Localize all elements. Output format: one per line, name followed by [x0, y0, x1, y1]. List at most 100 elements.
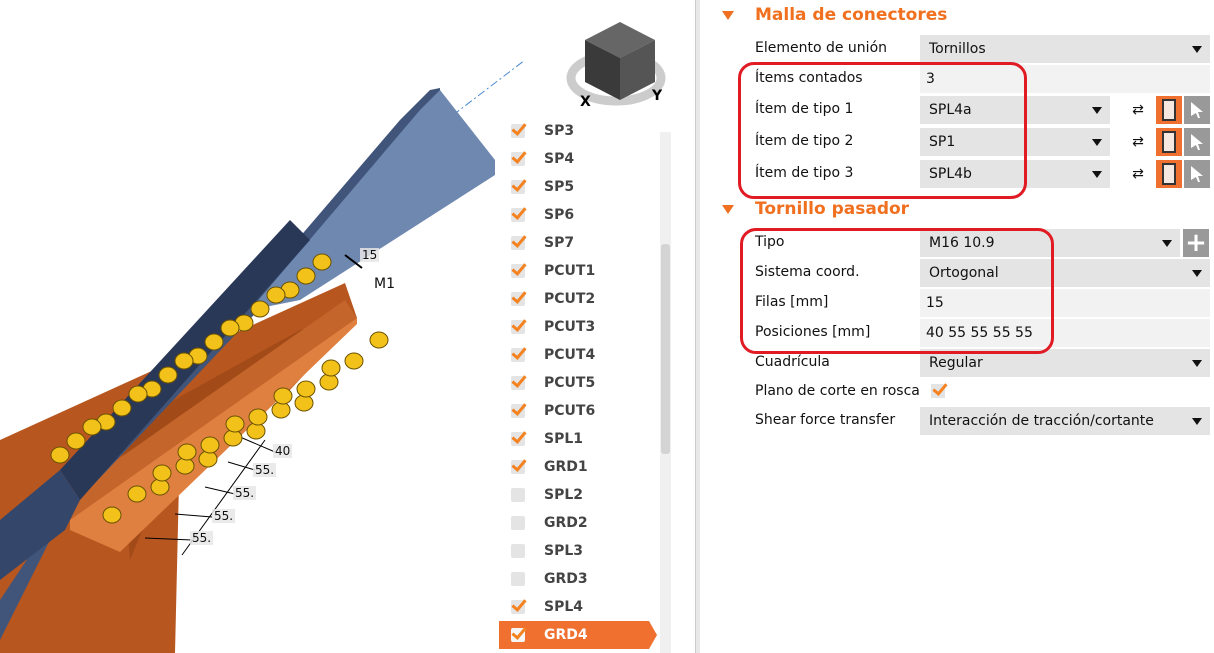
member-checkbox[interactable] [511, 348, 525, 362]
bolt [127, 485, 147, 503]
member-checkbox[interactable] [511, 264, 525, 278]
dropdown-arrow-icon [1192, 46, 1202, 53]
swap-icon[interactable]: ⇄ [1125, 96, 1151, 124]
collapse-triangle-icon[interactable] [722, 10, 734, 20]
view-cube[interactable]: X Y [566, 22, 666, 110]
member-checkbox[interactable] [511, 320, 525, 334]
member-label: SP7 [544, 235, 575, 251]
member-item-spl4[interactable]: SPL4 [499, 593, 649, 621]
svg-text:Y: Y [651, 88, 663, 104]
collapse-triangle-icon[interactable] [722, 204, 734, 214]
member-label: SP4 [544, 151, 575, 167]
member-label: PCUT2 [544, 291, 596, 307]
member-checkbox[interactable] [511, 516, 525, 530]
bolt [271, 401, 291, 419]
member-item-grd2[interactable]: GRD2 [499, 509, 649, 537]
swap-icon[interactable]: ⇄ [1125, 160, 1151, 188]
plate-icon[interactable] [1156, 160, 1182, 188]
member-item-pcut3[interactable]: PCUT3 [499, 313, 649, 341]
member-item-sp7[interactable]: SP7 [499, 229, 649, 257]
bolt [319, 373, 339, 391]
member-label: PCUT5 [544, 375, 596, 391]
plate-icon[interactable] [1156, 128, 1182, 156]
bolt [246, 422, 266, 440]
member-item-spl2[interactable]: SPL2 [499, 481, 649, 509]
highlight-box [740, 228, 1054, 354]
add-icon[interactable]: + [1183, 229, 1209, 257]
member-item-pcut4[interactable]: PCUT4 [499, 341, 649, 369]
member-item-grd4[interactable]: GRD4 [499, 621, 657, 649]
plate-icon[interactable] [1156, 96, 1182, 124]
bolt [344, 352, 364, 370]
swap-icon[interactable]: ⇄ [1125, 128, 1151, 156]
pointer-icon[interactable] [1184, 96, 1210, 124]
section-title: Tornillo pasador [755, 199, 910, 219]
member-checkbox[interactable] [511, 376, 525, 390]
shear-select[interactable]: Interacción de tracción/cortante [920, 407, 1210, 435]
member-item-pcut5[interactable]: PCUT5 [499, 369, 649, 397]
row-elemento: Elemento de unión Tornillos [755, 35, 1210, 63]
member-item-pcut2[interactable]: PCUT2 [499, 285, 649, 313]
member-item-sp5[interactable]: SP5 [499, 173, 649, 201]
section-malla-header[interactable]: Malla de conectores [722, 5, 947, 25]
bolt [223, 429, 243, 447]
member-checkbox[interactable] [511, 124, 525, 138]
member-item-sp6[interactable]: SP6 [499, 201, 649, 229]
bolt [204, 333, 224, 351]
section-title: Malla de conectores [755, 5, 948, 25]
member-label: PCUT3 [544, 319, 596, 335]
member-checkbox[interactable] [511, 292, 525, 306]
member-checkbox[interactable] [511, 236, 525, 250]
dim-m1: M1 [372, 276, 397, 292]
member-item-grd1[interactable]: GRD1 [499, 453, 649, 481]
member-checkbox[interactable] [511, 544, 525, 558]
dropdown-arrow-icon [1092, 107, 1102, 114]
member-item-sp3[interactable]: SP3 [499, 120, 649, 145]
highlight-box [738, 62, 1027, 199]
plano-checkbox[interactable] [931, 384, 945, 398]
member-checkbox[interactable] [511, 432, 525, 446]
bolt [266, 286, 286, 304]
pointer-icon[interactable] [1184, 160, 1210, 188]
section-tornillo-header[interactable]: Tornillo pasador [722, 199, 909, 219]
elemento-select[interactable]: Tornillos [920, 35, 1210, 63]
member-checkbox[interactable] [511, 488, 525, 502]
member-label: GRD3 [544, 571, 588, 587]
bolt [152, 464, 172, 482]
dropdown-arrow-icon [1192, 360, 1202, 367]
member-item-pcut1[interactable]: PCUT1 [499, 257, 649, 285]
bolt [220, 319, 240, 337]
member-checkbox[interactable] [511, 208, 525, 222]
member-label: PCUT1 [544, 263, 596, 279]
member-checkbox[interactable] [511, 628, 525, 642]
member-label: SP6 [544, 207, 575, 223]
member-item-pcut6[interactable]: PCUT6 [499, 397, 649, 425]
member-checkbox[interactable] [511, 404, 525, 418]
dropdown-arrow-icon [1162, 240, 1172, 247]
bolt [150, 478, 170, 496]
member-item-spl3[interactable]: SPL3 [499, 537, 649, 565]
bolt [250, 300, 270, 318]
dropdown-arrow-icon [1092, 171, 1102, 178]
bolt [158, 366, 178, 384]
scrollbar-thumb[interactable] [661, 244, 670, 454]
member-item-spl1[interactable]: SPL1 [499, 425, 649, 453]
dropdown-arrow-icon [1192, 418, 1202, 425]
bolt [175, 457, 195, 475]
member-item-sp4[interactable]: SP4 [499, 145, 649, 173]
bolt [225, 415, 245, 433]
member-checkbox[interactable] [511, 152, 525, 166]
member-label: SPL1 [544, 431, 584, 447]
list-scrollbar[interactable] [660, 132, 671, 653]
member-item-grd3[interactable]: GRD3 [499, 565, 649, 593]
pointer-icon[interactable] [1184, 128, 1210, 156]
bolt [312, 253, 332, 271]
bolt [200, 436, 220, 454]
member-checkbox[interactable] [511, 180, 525, 194]
dim-40: 40 [273, 444, 293, 458]
member-checkbox[interactable] [511, 572, 525, 586]
member-checkbox[interactable] [511, 460, 525, 474]
member-checkbox[interactable] [511, 600, 525, 614]
dropdown-arrow-icon [1192, 270, 1202, 277]
member-list[interactable]: SP3 SP4 SP5 SP6 SP7 PCUT1 PCUT2 PCUT3 PCUT4 PCUT5… [499, 120, 671, 653]
